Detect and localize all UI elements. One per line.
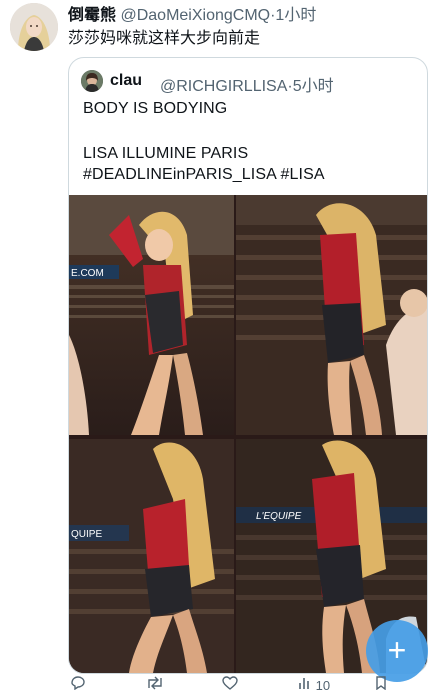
views-count: 10 [315,678,331,693]
reply-icon [71,676,85,691]
photo-1-image: E.COM [69,195,234,435]
tweet-text: 莎莎妈咪就这样大步向前走 [68,30,261,47]
tweet-header: 倒霉熊 @DaoMeiXiongCMQ·1小时 [68,1,432,24]
retweet-icon [148,676,162,690]
like-icon [222,676,238,690]
quoted-text-line1: BODY IS BODYING [83,100,228,117]
tweet-time[interactable]: 1小时 [275,7,316,24]
reply-button[interactable] [70,676,86,693]
author-handle[interactable]: @DaoMeiXiongCMQ [120,7,270,24]
quoted-avatar [81,70,103,92]
tweet-action-bar: 10 [68,676,434,693]
quoted-time: 5小时 [292,78,334,95]
retweet-button[interactable] [146,676,164,693]
concert-photo-3[interactable]: QUIPE [69,439,234,673]
quoted-author-name: clau [110,72,143,89]
concert-photo-2[interactable] [236,195,427,435]
banner-text-2: L'EQUIPE [256,511,302,522]
author-name[interactable]: 倒霉熊 [68,7,116,24]
quoted-meta: @RICHGIRLLISA·5小时 [160,72,334,96]
avatar-image [10,3,58,51]
quoted-header: clau @RICHGIRLLISA·5小时 [81,70,419,96]
compose-button[interactable]: + [366,620,428,682]
banner-text-3: QUIPE [71,529,102,540]
author-avatar[interactable] [10,3,58,51]
quoted-handle: @RICHGIRLLISA [160,78,288,95]
bookmark-icon [376,676,386,691]
photo-3-image: QUIPE [69,439,234,673]
quoted-avatar-image [81,70,103,92]
concert-photo-1[interactable]: E.COM [69,195,234,435]
media-grid[interactable]: E.COM QUIPE L'EQUIPE [69,195,427,673]
compose-plus-icon: + [387,632,407,668]
banner-text-1: E.COM [71,268,104,279]
quoted-text-line3: #DEADLINEinPARIS_LISA #LISA [83,166,325,183]
bookmark-button[interactable] [374,676,388,693]
photo-2-image [236,195,427,435]
like-button[interactable] [222,676,238,693]
quoted-text-line2: LISA ILLUMINE PARIS [83,145,249,162]
views-button[interactable]: 10 [298,676,330,693]
views-icon [299,678,309,689]
quoted-tweet[interactable]: clau @RICHGIRLLISA·5小时 BODY IS BODYING L… [68,57,428,674]
